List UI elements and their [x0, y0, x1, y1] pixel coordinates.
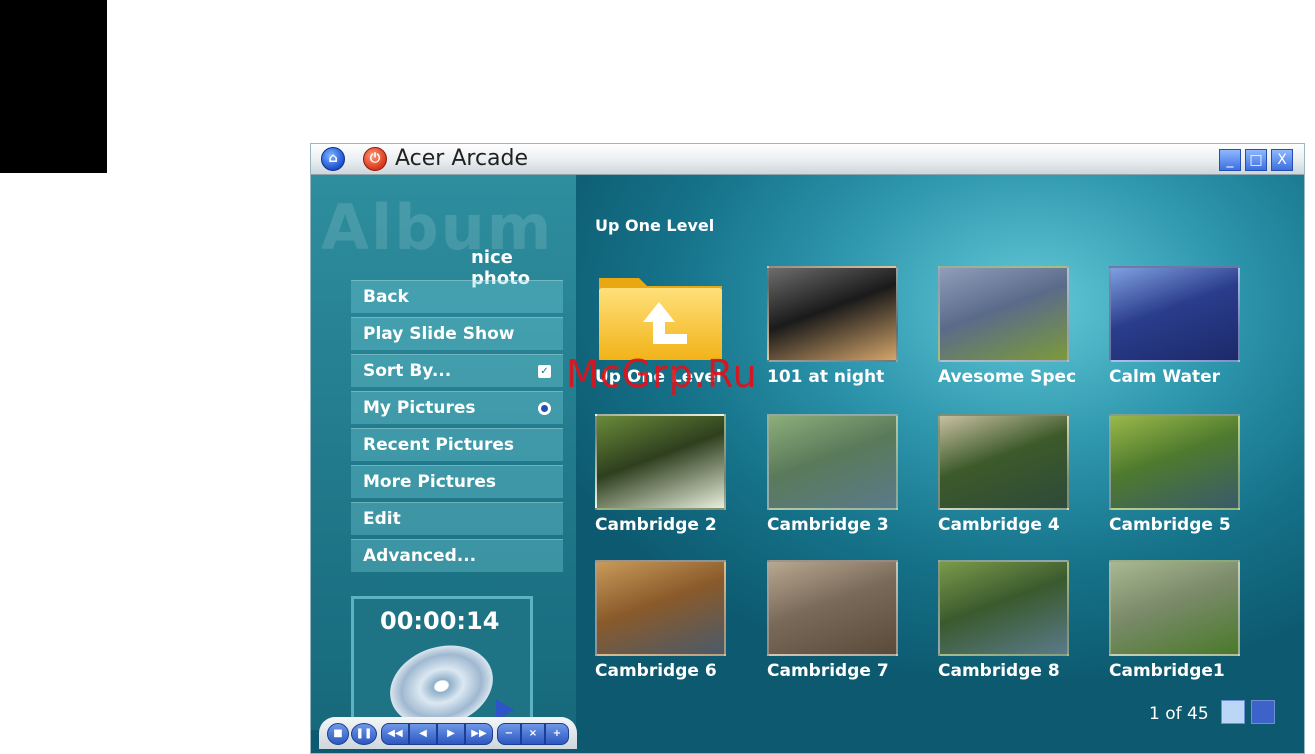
menu-item-label: Play Slide Show [363, 324, 515, 344]
photo-thumbnail [938, 560, 1069, 656]
photo-tile[interactable]: Cambridge 5 [1109, 414, 1240, 550]
menu-item-label: Sort By... [363, 361, 452, 381]
next-button[interactable]: ▶▶ [465, 723, 493, 745]
checkbox-icon[interactable]: ✓ [538, 365, 551, 378]
fast-forward-button[interactable]: ▶ [437, 723, 465, 745]
photo-tile[interactable]: Cambridge 2 [595, 414, 726, 550]
page-down-button[interactable] [1251, 700, 1275, 724]
photo-thumbnail [938, 266, 1069, 362]
folder-tile[interactable]: Up One Level [595, 266, 726, 402]
photo-tile[interactable]: Avesome Spec [938, 266, 1076, 402]
tile-caption: Cambridge 8 [938, 661, 1060, 681]
title-bar: ⌂ ⏻ Acer Arcade _ □ X [311, 144, 1304, 175]
menu-item-recent-pictures[interactable]: Recent Pictures [351, 428, 563, 461]
menu-item-advanced[interactable]: Advanced... [351, 539, 563, 572]
photo-tile[interactable]: Calm Water [1109, 266, 1240, 402]
volume-down-button[interactable]: − [497, 723, 521, 745]
photo-thumbnail [1109, 560, 1240, 656]
app-window: ⌂ ⏻ Acer Arcade _ □ X Album nice photo B… [310, 143, 1305, 754]
tile-caption: Cambridge 2 [595, 515, 717, 535]
tile-caption: Cambridge 7 [767, 661, 889, 681]
black-corner-block [0, 0, 107, 173]
photo-tile[interactable]: Cambridge 8 [938, 560, 1069, 696]
menu-item-label: More Pictures [363, 472, 497, 492]
rewind-button[interactable]: ◀ [409, 723, 437, 745]
tile-caption: 101 at night [767, 367, 885, 387]
photo-thumbnail [938, 414, 1069, 510]
photo-thumbnail [595, 560, 726, 656]
photo-thumbnail [1109, 414, 1240, 510]
tile-caption: Avesome Spec [938, 367, 1077, 387]
menu-item-label: My Pictures [363, 398, 476, 418]
menu-item-back[interactable]: Back [351, 280, 563, 313]
menu-item-label: Edit [363, 509, 401, 529]
menu-item-label: Back [363, 287, 409, 307]
photo-tile[interactable]: Cambridge1 [1109, 560, 1240, 696]
photo-tile[interactable]: Cambridge 6 [595, 560, 726, 696]
sidebar: Album nice photo Back Play Slide Show Sort… [311, 175, 576, 740]
tile-caption: Cambridge 5 [1109, 515, 1231, 535]
menu-item-edit[interactable]: Edit [351, 502, 563, 535]
menu-item-more-pictures[interactable]: More Pictures [351, 465, 563, 498]
page-indicator: 1 of 45 [1149, 704, 1209, 724]
transport-bar: ■ ❚❚ ◀◀ ◀ ▶ ▶▶ − × + [319, 717, 577, 749]
menu-item-label: Recent Pictures [363, 435, 514, 455]
photo-thumbnail [767, 414, 898, 510]
power-button[interactable]: ⏻ [363, 147, 387, 171]
pause-button[interactable]: ❚❚ [351, 723, 377, 745]
folder-up-icon [599, 278, 722, 360]
tile-caption: Up One Level [595, 367, 722, 387]
close-button[interactable]: X [1271, 149, 1293, 171]
minimize-button[interactable]: _ [1219, 149, 1241, 171]
playback-timer: 00:00:14 [380, 607, 500, 635]
previous-button[interactable]: ◀◀ [381, 723, 409, 745]
menu-item-my-pictures[interactable]: My Pictures [351, 391, 563, 424]
menu-item-play-slide-show[interactable]: Play Slide Show [351, 317, 563, 350]
breadcrumb: Up One Level [595, 216, 715, 235]
sidebar-menu: Back Play Slide Show Sort By... ✓ My Picture… [351, 280, 563, 576]
photo-thumbnail [767, 560, 898, 656]
tile-caption: Cambridge 3 [767, 515, 889, 535]
photo-thumbnail [595, 414, 726, 510]
volume-up-button[interactable]: + [545, 723, 569, 745]
mute-button[interactable]: × [521, 723, 545, 745]
photo-tile[interactable]: 101 at night [767, 266, 898, 402]
radio-selected-icon[interactable] [538, 402, 551, 415]
maximize-button[interactable]: □ [1245, 149, 1267, 171]
tile-caption: Cambridge1 [1109, 661, 1225, 681]
stop-button[interactable]: ■ [327, 723, 349, 745]
photo-thumbnail [767, 266, 898, 362]
app-title: Acer Arcade [395, 146, 529, 171]
home-button[interactable]: ⌂ [321, 147, 345, 171]
tile-caption: Cambridge 6 [595, 661, 717, 681]
photo-tile[interactable]: Cambridge 4 [938, 414, 1069, 550]
photo-tile[interactable]: Cambridge 3 [767, 414, 898, 550]
photo-tile[interactable]: Cambridge 7 [767, 560, 898, 696]
menu-item-sort-by[interactable]: Sort By... ✓ [351, 354, 563, 387]
tile-caption: Calm Water [1109, 367, 1221, 387]
photo-thumbnail [1109, 266, 1240, 362]
menu-item-label: Advanced... [363, 546, 477, 566]
tile-caption: Cambridge 4 [938, 515, 1060, 535]
page-up-button[interactable] [1221, 700, 1245, 724]
